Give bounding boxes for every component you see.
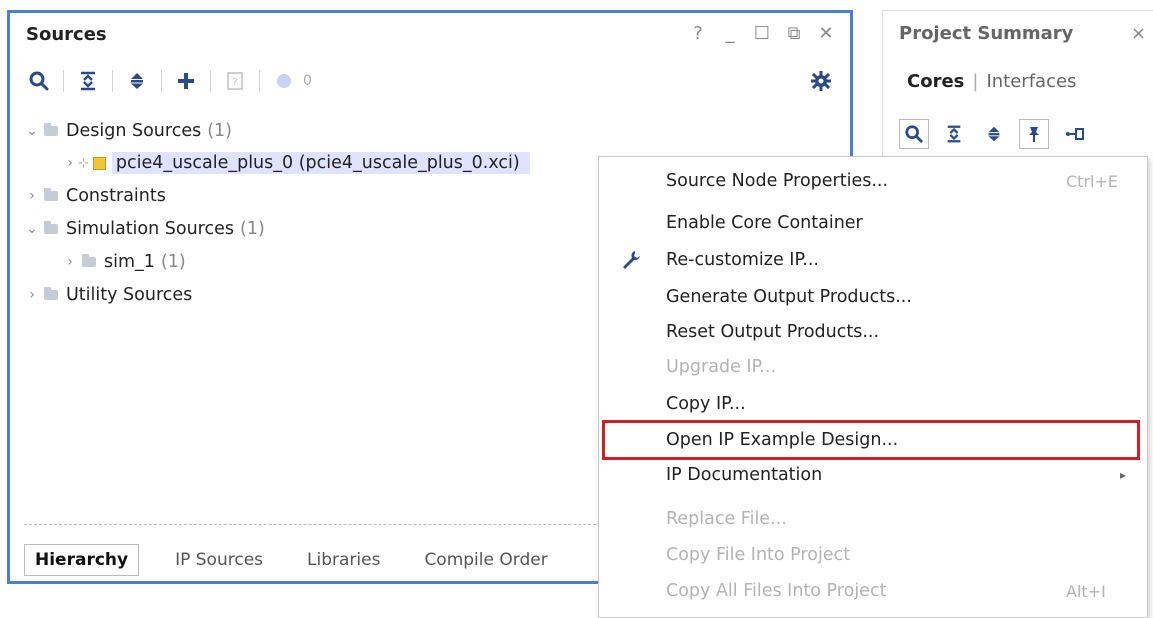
toolbar-divider xyxy=(112,70,113,92)
pin-icon[interactable] xyxy=(1019,119,1049,149)
tab-ip-sources[interactable]: IP Sources xyxy=(163,545,275,575)
tab-hierarchy[interactable]: Hierarchy xyxy=(24,544,140,576)
menu-item-label: Re-customize IP... xyxy=(666,250,819,270)
menu-item-generate-output-products[interactable]: Generate Output Products... xyxy=(666,282,912,312)
chevron-right-icon[interactable]: › xyxy=(62,254,78,270)
search-icon[interactable] xyxy=(24,66,54,96)
help-button[interactable]: ? xyxy=(688,23,708,44)
tree-node-simulation-sources[interactable]: ⌄ Simulation Sources (1) xyxy=(24,215,265,243)
menu-item-recustomize-ip[interactable]: Re-customize IP... xyxy=(623,245,819,275)
collapse-all-icon[interactable] xyxy=(939,119,969,149)
collapse-all-icon[interactable] xyxy=(73,66,103,96)
search-icon[interactable] xyxy=(899,119,929,149)
tree-node-label: Utility Sources xyxy=(66,285,193,305)
tree-node-utility-sources[interactable]: › Utility Sources xyxy=(24,281,192,309)
window-controls: ? _ ☐ ⧉ ✕ xyxy=(688,23,836,44)
tab-cores[interactable]: Cores xyxy=(907,71,964,92)
tree-node-count: (1) xyxy=(240,219,265,239)
folder-icon xyxy=(44,123,58,136)
menu-item-label: Copy All Files Into Project xyxy=(666,581,887,601)
tree-node-count: (1) xyxy=(207,121,233,141)
menu-item-upgrade-ip[interactable]: Upgrade IP... xyxy=(666,352,776,382)
close-icon[interactable]: × xyxy=(1131,23,1146,44)
folder-icon xyxy=(44,188,58,201)
maximize-button[interactable]: ☐ xyxy=(752,23,772,44)
menu-item-copy-file-into-project[interactable]: Copy File Into Project xyxy=(666,540,850,570)
menu-item-shortcut: Alt+I xyxy=(1066,581,1106,601)
folder-icon xyxy=(44,287,58,300)
tab-interfaces[interactable]: Interfaces xyxy=(986,71,1076,92)
tab-libraries[interactable]: Libraries xyxy=(295,545,392,575)
add-sources-icon[interactable] xyxy=(171,66,201,96)
tree-node-ip[interactable]: › ⊹ pcie4_uscale_plus_0 (pcie4_uscale_pl… xyxy=(62,149,530,177)
status-count: 0 xyxy=(303,73,312,89)
panel-title: Sources xyxy=(26,24,107,45)
float-button[interactable]: ⧉ xyxy=(784,23,804,44)
menu-item-copy-ip[interactable]: Copy IP... xyxy=(666,389,746,419)
folder-icon xyxy=(82,254,96,267)
minimize-button[interactable]: _ xyxy=(720,23,740,44)
tree-node-constraints[interactable]: › Constraints xyxy=(24,182,166,210)
toolbar-divider xyxy=(161,70,162,92)
expand-all-icon[interactable] xyxy=(122,66,152,96)
menu-item-ip-documentation[interactable]: IP Documentation ▸ xyxy=(666,460,1126,490)
tree-node-label: Constraints xyxy=(66,186,166,206)
menu-item-label: Replace File... xyxy=(666,509,787,529)
context-menu: Source Node Properties... Ctrl+E Enable … xyxy=(598,156,1148,618)
ip-icon xyxy=(92,156,106,170)
tree-node-label: Design Sources xyxy=(66,121,202,141)
panel-title[interactable]: Project Summary xyxy=(899,23,1073,44)
expand-all-icon[interactable] xyxy=(979,119,1009,149)
sources-toolbar: ? 0 xyxy=(24,65,836,97)
tree-node-design-sources[interactable]: ⌄ Design Sources (1) xyxy=(24,117,232,145)
chevron-right-icon[interactable]: › xyxy=(62,155,78,171)
menu-item-source-node-properties[interactable]: Source Node Properties... Ctrl+E xyxy=(666,166,1118,196)
chevron-down-icon[interactable]: ⌄ xyxy=(24,123,40,139)
menu-item-label: Upgrade IP... xyxy=(666,357,777,377)
tree-node-label: Simulation Sources xyxy=(66,219,235,239)
menu-item-enable-core-container[interactable]: Enable Core Container xyxy=(666,208,863,238)
summary-subtabs: Cores | Interfaces xyxy=(907,71,1076,92)
close-button[interactable]: ✕ xyxy=(816,23,836,44)
gear-icon[interactable] xyxy=(806,66,836,96)
tree-node-label: sim_1 xyxy=(104,252,155,272)
menu-item-shortcut: Ctrl+E xyxy=(1066,171,1118,191)
svg-text:?: ? xyxy=(232,77,237,88)
chevron-down-icon[interactable]: ⌄ xyxy=(24,221,40,237)
menu-item-label: Generate Output Products... xyxy=(666,287,912,307)
menu-item-replace-file[interactable]: Replace File... xyxy=(666,504,787,534)
separator: | xyxy=(972,71,979,92)
menu-item-label: IP Documentation xyxy=(666,465,823,485)
tab-compile-order[interactable]: Compile Order xyxy=(412,545,559,575)
highlight-annotation xyxy=(602,420,1140,460)
wrench-icon xyxy=(620,249,642,276)
tree-node-sim-1[interactable]: › sim_1 (1) xyxy=(62,248,186,276)
menu-item-label: Copy File Into Project xyxy=(666,545,851,565)
menu-item-copy-all-files-into-project[interactable]: Copy All Files Into Project Alt+I xyxy=(666,576,1106,606)
menu-item-label: Copy IP... xyxy=(666,394,746,414)
tree-node-label: pcie4_uscale_plus_0 (pcie4_uscale_plus_0… xyxy=(111,152,530,174)
toolbar-divider xyxy=(259,70,260,92)
toolbar-divider xyxy=(63,70,64,92)
menu-item-reset-output-products[interactable]: Reset Output Products... xyxy=(666,317,879,347)
connect-icon[interactable] xyxy=(1059,119,1089,149)
chevron-right-icon[interactable]: › xyxy=(24,188,40,204)
status-dot-icon[interactable] xyxy=(269,66,299,96)
menu-item-label: Reset Output Products... xyxy=(666,322,880,342)
properties-icon[interactable]: ? xyxy=(220,66,250,96)
tree-node-count: (1) xyxy=(160,252,186,272)
chevron-right-icon[interactable]: › xyxy=(24,287,40,303)
folder-icon xyxy=(44,221,58,234)
menu-item-label: Source Node Properties... xyxy=(666,171,889,191)
menu-item-label: Enable Core Container xyxy=(666,213,863,233)
submenu-arrow-icon: ▸ xyxy=(1120,468,1127,482)
chip-icon: ⊹ xyxy=(78,155,89,171)
toolbar-divider xyxy=(210,70,211,92)
summary-toolbar xyxy=(899,119,1089,149)
